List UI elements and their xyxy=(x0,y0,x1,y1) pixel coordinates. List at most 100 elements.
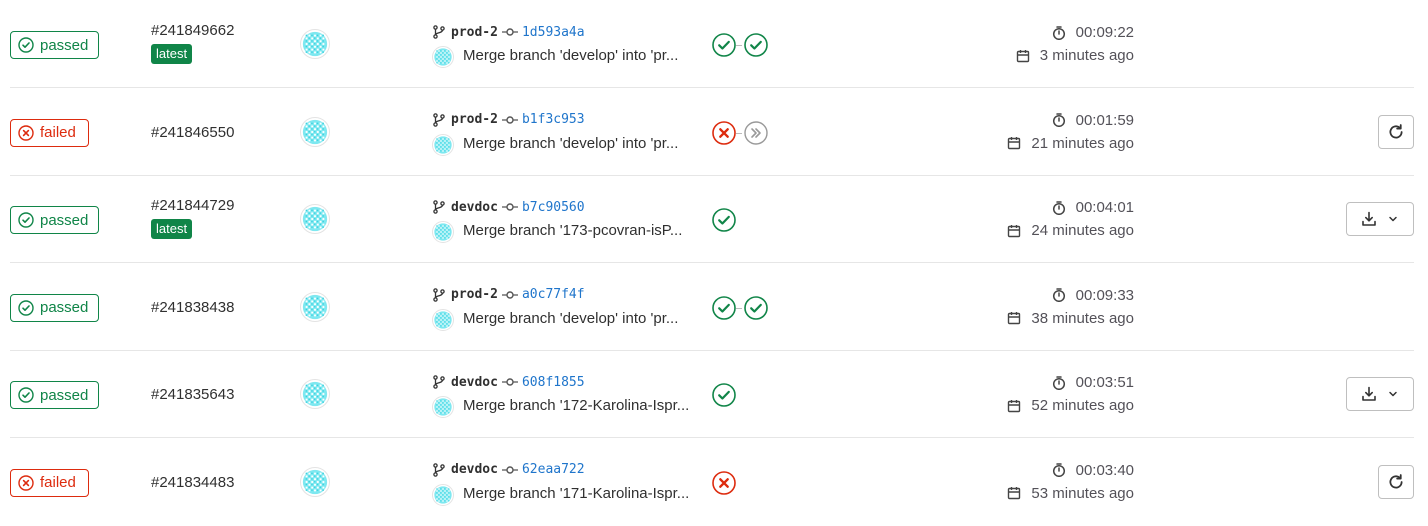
calendar-icon xyxy=(1007,224,1021,238)
timer-icon xyxy=(1052,200,1066,215)
triggerer-avatar[interactable] xyxy=(300,466,330,497)
pipeline-id-link[interactable]: #241834483 xyxy=(151,474,234,491)
commit-ref: devdoc 608f1855 xyxy=(432,373,585,391)
branch-link[interactable]: prod-2 xyxy=(451,25,498,40)
branch-link[interactable]: prod-2 xyxy=(451,287,498,302)
commit-sha-link[interactable]: a0c77f4f xyxy=(522,287,585,302)
stage-success-icon[interactable] xyxy=(712,33,736,57)
calendar-icon xyxy=(1007,311,1021,325)
commit-author-avatar[interactable] xyxy=(432,483,454,506)
status-badge[interactable]: passed xyxy=(10,293,99,322)
status-success-icon xyxy=(18,37,34,53)
commit-message-link[interactable]: Merge branch 'develop' into 'pr... xyxy=(463,135,678,152)
commit-sha-link[interactable]: 62eaa722 xyxy=(522,462,585,477)
branch-icon xyxy=(432,112,446,127)
triggerer-avatar[interactable] xyxy=(300,204,330,234)
commit-sha-link[interactable]: b1f3c953 xyxy=(522,112,585,127)
commit-message-link[interactable]: Merge branch '171-Karolina-Ispr... xyxy=(463,485,689,502)
finished-value: 3 minutes ago xyxy=(1039,47,1134,64)
status-badge[interactable]: passed xyxy=(10,206,99,234)
branch-link[interactable]: prod-2 xyxy=(451,112,498,127)
duration-value: 00:09:22 xyxy=(1075,24,1134,41)
pipeline-id-link[interactable]: #241844729 xyxy=(151,197,234,214)
pipeline-id-link[interactable]: #241849662 xyxy=(151,22,234,39)
triggerer-avatar[interactable] xyxy=(300,29,330,59)
finished-value: 21 minutes ago xyxy=(1031,134,1134,152)
retry-icon xyxy=(1387,473,1405,491)
timer-icon xyxy=(1052,463,1066,477)
commit-icon xyxy=(501,115,518,125)
stage-connector xyxy=(736,45,742,46)
stage-success-icon[interactable] xyxy=(744,295,768,320)
branch-icon xyxy=(432,462,446,477)
latest-badge: latest xyxy=(151,44,193,64)
duration: 00:03:51 xyxy=(1052,374,1134,391)
status-badge[interactable]: failed xyxy=(10,118,89,147)
duration-value: 00:09:33 xyxy=(1075,286,1134,304)
timer-icon xyxy=(1052,25,1066,40)
pipeline-id-link[interactable]: #241846550 xyxy=(151,124,234,141)
commit-author-avatar[interactable] xyxy=(432,46,454,68)
status-label: passed xyxy=(40,211,89,229)
triggerer-avatar[interactable] xyxy=(300,116,330,147)
stage-success-icon[interactable] xyxy=(712,383,736,407)
commit-icon xyxy=(501,465,518,475)
status-badge[interactable]: passed xyxy=(10,381,99,409)
commit-message-link[interactable]: Merge branch 'develop' into 'pr... xyxy=(463,47,678,64)
finished-at: 21 minutes ago xyxy=(1007,135,1134,152)
commit-author-avatar[interactable] xyxy=(432,133,454,156)
status-success-icon xyxy=(18,387,34,403)
commit-message-link[interactable]: Merge branch 'develop' into 'pr... xyxy=(463,310,678,327)
retry-button[interactable] xyxy=(1378,464,1414,499)
stage-success-icon[interactable] xyxy=(712,208,736,232)
stage-success-icon[interactable] xyxy=(744,33,768,57)
commit-icon xyxy=(501,27,518,37)
triggerer-avatar[interactable] xyxy=(300,291,330,322)
commit-sha-link[interactable]: 608f1855 xyxy=(522,375,585,390)
triggerer-avatar[interactable] xyxy=(300,379,330,409)
pipeline-row: failed #241846550 prod-2 b1f3c953 Merge … xyxy=(0,88,1428,176)
branch-link[interactable]: devdoc xyxy=(451,462,498,477)
timer-icon xyxy=(1052,375,1066,390)
branch-icon xyxy=(432,25,446,39)
status-label: passed xyxy=(40,299,89,316)
status-label: failed xyxy=(40,124,76,141)
stage-failed-icon[interactable] xyxy=(712,470,736,495)
chevron-down-icon xyxy=(1387,213,1399,225)
commit-sha-link[interactable]: 1d593a4a xyxy=(522,25,585,40)
calendar-icon xyxy=(1007,136,1021,150)
duration: 00:09:33 xyxy=(1052,287,1134,304)
duration-value: 00:03:40 xyxy=(1075,461,1134,479)
commit-ref: prod-2 a0c77f4f xyxy=(432,286,585,304)
status-label: passed xyxy=(40,386,89,404)
status-failed-icon xyxy=(18,124,34,141)
commit-sha-link[interactable]: b7c90560 xyxy=(522,200,585,215)
pipeline-id-link[interactable]: #241838438 xyxy=(151,299,234,316)
commit-ref: devdoc b7c90560 xyxy=(432,198,585,216)
status-badge[interactable]: failed xyxy=(10,468,89,497)
finished-value: 53 minutes ago xyxy=(1031,484,1134,502)
commit-author-avatar[interactable] xyxy=(432,308,454,331)
download-artifacts-button[interactable] xyxy=(1346,377,1414,411)
status-success-icon xyxy=(18,212,34,228)
calendar-icon xyxy=(1007,399,1021,413)
commit-message-link[interactable]: Merge branch '172-Karolina-Ispr... xyxy=(463,397,689,414)
branch-link[interactable]: devdoc xyxy=(451,375,498,390)
commit-ref: prod-2 1d593a4a xyxy=(432,23,585,41)
stage-failed-icon[interactable] xyxy=(712,120,736,145)
download-artifacts-button[interactable] xyxy=(1346,202,1414,236)
calendar-icon xyxy=(1016,49,1030,63)
commit-ref: prod-2 b1f3c953 xyxy=(432,111,585,129)
finished-at: 24 minutes ago xyxy=(1007,222,1134,239)
commit-message-link[interactable]: Merge branch '173-pcovran-isP... xyxy=(463,222,682,239)
stage-skipped-icon[interactable] xyxy=(744,120,768,145)
commit-author-avatar[interactable] xyxy=(432,221,454,243)
branch-icon xyxy=(432,287,446,302)
commit-author-avatar[interactable] xyxy=(432,396,454,418)
pipeline-id-link[interactable]: #241835643 xyxy=(151,386,234,403)
branch-link[interactable]: devdoc xyxy=(451,200,498,215)
retry-button[interactable] xyxy=(1378,114,1414,149)
duration-value: 00:01:59 xyxy=(1075,111,1134,129)
status-badge[interactable]: passed xyxy=(10,31,99,59)
stage-success-icon[interactable] xyxy=(712,295,736,320)
